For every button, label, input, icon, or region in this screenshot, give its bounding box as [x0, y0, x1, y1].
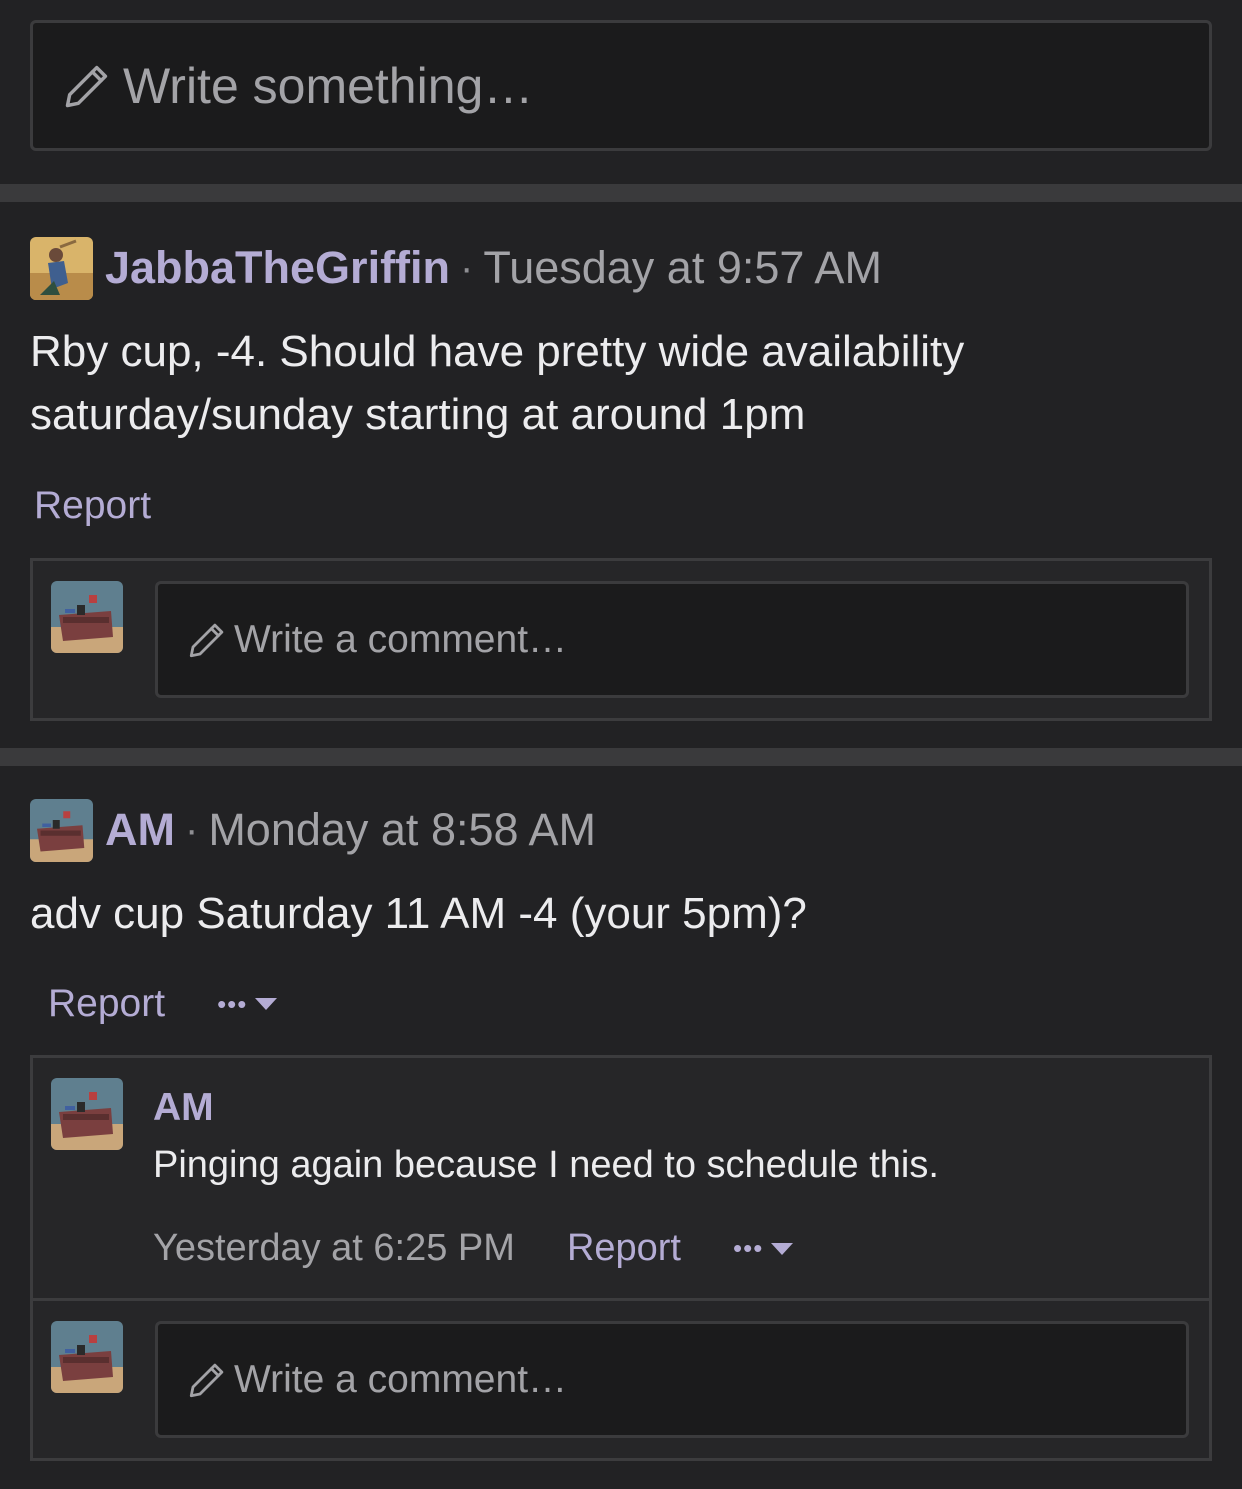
reply: AM Pinging again because I need to sched… [33, 1058, 1209, 1301]
reply-meta: Yesterday at 6:25 PM Report ••• [153, 1227, 939, 1270]
reply-author[interactable]: AM [153, 1086, 939, 1130]
comment-placeholder: Write a comment… [234, 617, 568, 661]
separator [0, 748, 1242, 766]
post: JabbaTheGriffin · Tuesday at 9:57 AM Rby… [0, 202, 1242, 748]
pencil-icon [189, 1363, 224, 1397]
post-author[interactable]: AM [105, 804, 175, 856]
chevron-down-icon [255, 998, 278, 1010]
reply-timestamp[interactable]: Yesterday at 6:25 PM [153, 1227, 515, 1270]
comment-area: Write a comment… [30, 558, 1212, 721]
more-dots: ••• [217, 988, 248, 1019]
more-options-button[interactable]: ••• [217, 989, 279, 1020]
avatar[interactable] [51, 1078, 123, 1150]
composer-placeholder: Write something… [123, 57, 534, 114]
pencil-icon [189, 623, 224, 657]
comment-row: Write a comment… [33, 561, 1209, 718]
separator-dot: · [184, 807, 199, 852]
post-body-line: saturday/sunday starting at around 1pm [30, 390, 806, 439]
comment-input[interactable]: Write a comment… [155, 581, 1189, 698]
reply-content: AM Pinging again because I need to sched… [153, 1078, 939, 1298]
comment-placeholder: Write a comment… [234, 1357, 568, 1401]
report-link[interactable]: Report [567, 1227, 681, 1270]
post-author[interactable]: JabbaTheGriffin [105, 242, 450, 294]
composer-section: Write something… [0, 0, 1242, 184]
pencil-icon [65, 65, 108, 107]
more-options-button[interactable]: ••• [733, 1233, 795, 1264]
post: AM · Monday at 8:58 AM adv cup Saturday … [0, 766, 1242, 1461]
chevron-down-icon [771, 1242, 794, 1255]
avatar[interactable] [30, 236, 93, 300]
post-actions: Report [30, 484, 1212, 528]
post-body: adv cup Saturday 11 AM -4 (your 5pm)? [30, 889, 807, 938]
separator-dot: · [460, 245, 474, 290]
post-header: AM · Monday at 8:58 AM [30, 798, 1212, 862]
report-link[interactable]: Report [48, 982, 165, 1026]
comment-input[interactable]: Write a comment… [155, 1321, 1189, 1438]
write-something-input[interactable]: Write something… [30, 20, 1212, 151]
separator [0, 184, 1242, 202]
post-timestamp[interactable]: Tuesday at 9:57 AM [483, 242, 882, 294]
avatar[interactable] [30, 798, 93, 862]
reply-text: Pinging again because I need to schedule… [153, 1144, 939, 1186]
post-header: JabbaTheGriffin · Tuesday at 9:57 AM [30, 236, 1212, 300]
post-body: Rby cup, -4. Should have pretty wide ava… [30, 320, 1212, 446]
post-timestamp[interactable]: Monday at 8:58 AM [208, 804, 596, 856]
post-body-line: Rby cup, -4. Should have pretty wide ava… [30, 327, 965, 376]
avatar [51, 1321, 123, 1393]
post-actions: Report ••• [30, 969, 1212, 1039]
avatar [51, 581, 123, 653]
comment-area: AM Pinging again because I need to sched… [30, 1055, 1212, 1461]
comment-row: Write a comment… [33, 1301, 1209, 1458]
report-link[interactable]: Report [34, 484, 151, 528]
more-dots: ••• [733, 1233, 764, 1263]
